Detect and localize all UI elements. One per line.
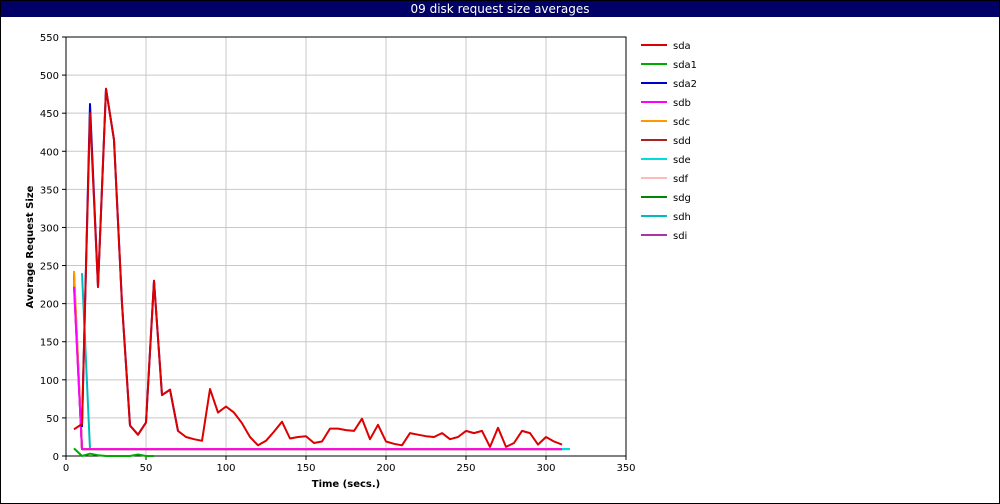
plot-area-border (65, 36, 627, 457)
x-tick-label: 50 (140, 463, 153, 474)
y-tick-label: 0 (53, 452, 59, 463)
x-tick-label: 150 (296, 463, 315, 474)
legend-label-sdf: sdf (673, 174, 689, 185)
legend-label-sda2: sda2 (673, 79, 697, 90)
y-tick-label: 300 (40, 223, 59, 234)
x-tick-label: 300 (536, 463, 555, 474)
legend-label-sdh: sdh (673, 212, 691, 223)
series-line-sdf (73, 280, 562, 451)
y-tick-label: 50 (46, 414, 59, 425)
y-tick-label: 400 (40, 147, 59, 158)
y-axis-label: Average Request Size (25, 185, 36, 308)
series-line-sdc (73, 270, 562, 451)
y-tick-label: 550 (40, 33, 59, 44)
y-tick-label: 100 (40, 376, 59, 387)
x-tick-label: 250 (456, 463, 475, 474)
series-line-sdi (73, 284, 562, 451)
y-tick-label: 250 (40, 262, 59, 273)
series-line-sdb (73, 286, 562, 451)
x-tick-label: 100 (216, 463, 235, 474)
chart-title: 09 disk request size averages (1, 1, 999, 17)
legend-label-sdi: sdi (673, 231, 687, 242)
y-tick-label: 350 (40, 185, 59, 196)
y-tick-label: 500 (40, 71, 59, 82)
legend-label-sda1: sda1 (673, 60, 697, 71)
legend-label-sdb: sdb (673, 98, 691, 109)
legend-label-sda: sda (673, 41, 691, 52)
legend-label-sdc: sdc (673, 117, 690, 128)
x-tick-label: 350 (616, 463, 635, 474)
series-lines (73, 87, 570, 457)
legend: sda sda1 sda2 sdb sdc sdd sde sdf sdg sdh sdi (641, 41, 697, 242)
y-axis-ticks: 0 50 100 150 200 250 300 350 400 450 500 550 (40, 33, 66, 463)
y-tick-label: 450 (40, 109, 59, 120)
series-line-sdg (73, 282, 562, 451)
y-tick-label: 200 (40, 300, 59, 311)
legend-label-sdd: sdd (673, 136, 691, 147)
y-tick-label: 150 (40, 338, 59, 349)
x-axis-label: Time (secs.) (312, 479, 381, 490)
x-axis-ticks: 0 50 100 150 200 250 300 350 (63, 456, 636, 474)
legend-label-sde: sde (673, 155, 691, 166)
line-chart: 0 50 100 150 200 250 300 350 0 50 100 150 200 250 300… (25, 33, 697, 490)
x-tick-label: 0 (63, 463, 69, 474)
grid-lines (65, 36, 627, 457)
legend-label-sdg: sdg (673, 193, 691, 204)
chart-window: 09 disk request size averages 0 50 100 150 2… (0, 0, 1000, 504)
x-tick-label: 200 (376, 463, 395, 474)
series-line-sda (73, 87, 563, 448)
series-line-sdd (73, 273, 562, 451)
